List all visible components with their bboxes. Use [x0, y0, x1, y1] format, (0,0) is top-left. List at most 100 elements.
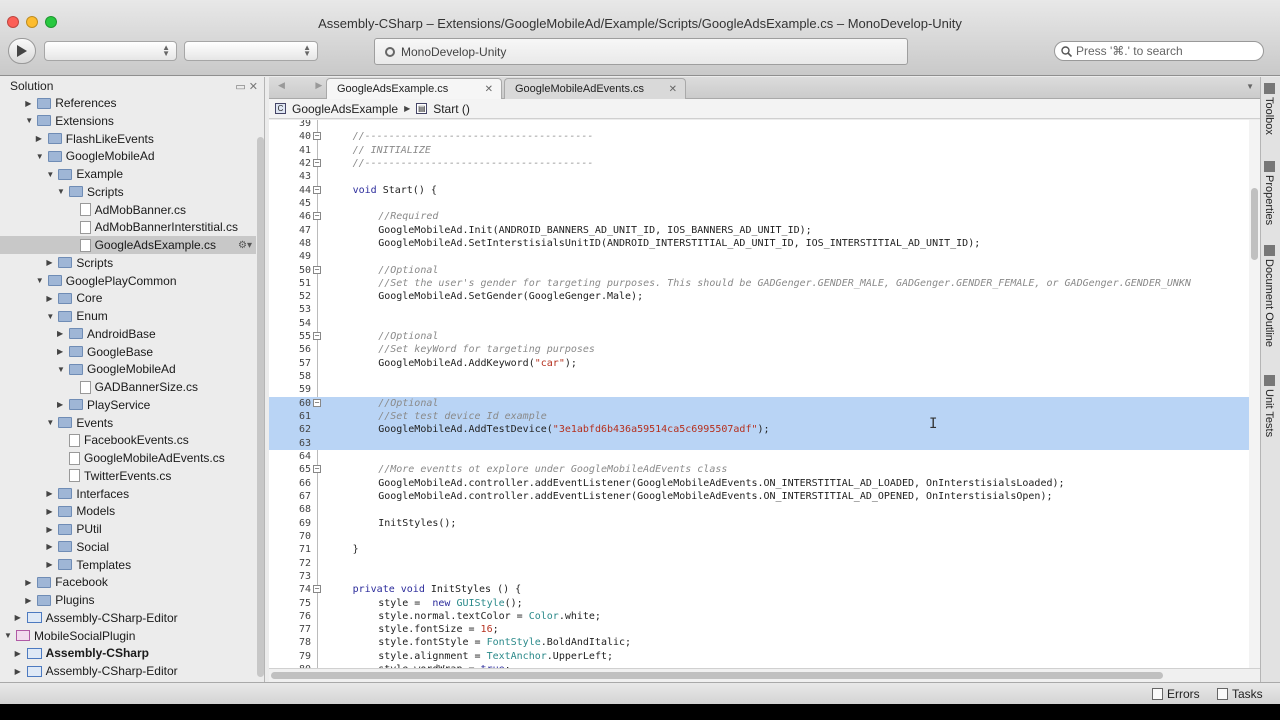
platform-selector[interactable]: ▲ ▼: [184, 41, 318, 61]
tree-item[interactable]: ▶ GoogleBase: [0, 343, 256, 361]
expanded-arrow-icon[interactable]: ▼: [25, 116, 33, 125]
code-line[interactable]: 48 GoogleMobileAd.SetInterstisialsUnitID(…: [269, 237, 1249, 250]
collapsed-arrow-icon[interactable]: ▶: [46, 525, 54, 534]
collapsed-arrow-icon[interactable]: ▶: [46, 560, 54, 569]
tree-item[interactable]: ▶ Scripts: [0, 254, 256, 272]
tree-item[interactable]: ▶ Models: [0, 502, 256, 520]
errors-button[interactable]: Errors: [1152, 687, 1200, 701]
tree-item[interactable]: ▶ Core: [0, 289, 256, 307]
tree-item[interactable]: ▶ Templates: [0, 556, 256, 574]
collapsed-arrow-icon[interactable]: ▶: [46, 294, 54, 303]
collapsed-arrow-icon[interactable]: ▶: [46, 489, 54, 498]
collapsed-arrow-icon[interactable]: ▶: [15, 613, 23, 622]
code-line[interactable]: 41 // INITIALIZE: [269, 144, 1249, 157]
run-button[interactable]: [8, 38, 36, 64]
document-outline-pad-tab[interactable]: Document Outline: [1263, 245, 1275, 347]
collapsed-arrow-icon[interactable]: ▶: [57, 400, 65, 409]
collapsed-arrow-icon[interactable]: ▶: [57, 329, 65, 338]
collapsed-arrow-icon[interactable]: ▶: [25, 596, 33, 605]
tree-item[interactable]: GoogleAdsExample.cs ⚙▾: [0, 236, 256, 254]
tree-item[interactable]: ▶ Interfaces: [0, 485, 256, 503]
expanded-arrow-icon[interactable]: ▼: [46, 418, 54, 427]
collapsed-arrow-icon[interactable]: ▶: [46, 258, 54, 267]
tab-googleadsexample[interactable]: GoogleAdsExample.cs ✕: [326, 78, 502, 99]
tree-item[interactable]: ▼ Scripts: [0, 183, 256, 201]
scroll-thumb[interactable]: [271, 672, 1163, 679]
code-line[interactable]: 79 style.alignment = TextAnchor.UpperLeft…: [269, 650, 1249, 663]
collapsed-arrow-icon[interactable]: ▶: [15, 649, 23, 658]
expanded-arrow-icon[interactable]: ▼: [57, 187, 65, 196]
editor-vertical-scrollbar[interactable]: [1249, 120, 1260, 668]
collapsed-arrow-icon[interactable]: ▶: [46, 507, 54, 516]
tab-googlemobileadevents[interactable]: GoogleMobileAdEvents.cs ✕: [504, 78, 686, 99]
code-line[interactable]: 70: [269, 530, 1249, 543]
solution-scrollbar[interactable]: [257, 137, 264, 677]
code-line[interactable]: 45: [269, 197, 1249, 210]
breadcrumb-method[interactable]: Start (): [433, 102, 470, 116]
tree-item[interactable]: ▶ Assembly-CSharp-Editor: [0, 662, 256, 680]
code-line[interactable]: 43: [269, 170, 1249, 183]
fold-toggle-icon[interactable]: −: [313, 132, 321, 141]
tree-item[interactable]: ▼ Enum: [0, 307, 256, 325]
collapsed-arrow-icon[interactable]: ▶: [25, 578, 33, 587]
code-line[interactable]: 63: [269, 436, 1249, 450]
code-line[interactable]: 54: [269, 317, 1249, 330]
code-line[interactable]: 67 GoogleMobileAd.controller.addEventList…: [269, 490, 1249, 503]
tree-item[interactable]: AdMobBannerInterstitial.cs: [0, 218, 256, 236]
code-line[interactable]: 78 style.fontStyle = FontStyle.BoldAndIta…: [269, 636, 1249, 649]
collapsed-arrow-icon[interactable]: ▶: [36, 134, 44, 143]
code-line[interactable]: 73: [269, 570, 1249, 583]
tree-item[interactable]: ▶ AndroidBase: [0, 325, 256, 343]
toolbox-pad-tab[interactable]: Toolbox: [1263, 83, 1275, 135]
fold-toggle-icon[interactable]: −: [313, 585, 321, 594]
collapsed-arrow-icon[interactable]: ▶: [25, 99, 33, 108]
code-line[interactable]: 56 //Set keyWord for targeting purposes: [269, 343, 1249, 356]
code-line[interactable]: 60− //Optional: [269, 396, 1249, 411]
fold-toggle-icon[interactable]: −: [313, 212, 321, 221]
expanded-arrow-icon[interactable]: ▼: [57, 365, 65, 374]
collapsed-arrow-icon[interactable]: ▶: [46, 542, 54, 551]
code-line[interactable]: 53: [269, 303, 1249, 316]
code-line[interactable]: 77 style.fontSize = 16;: [269, 623, 1249, 636]
tree-item[interactable]: ▶ Assembly-CSharp-Editor: [0, 609, 256, 627]
expanded-arrow-icon[interactable]: ▼: [46, 312, 54, 321]
fold-toggle-icon[interactable]: −: [313, 185, 321, 194]
tree-item[interactable]: ▶ Facebook: [0, 573, 256, 591]
tree-item[interactable]: ▶ Plugins: [0, 591, 256, 609]
fold-toggle-icon[interactable]: −: [313, 332, 321, 341]
expanded-arrow-icon[interactable]: ▼: [4, 631, 12, 640]
tree-item[interactable]: ▼ GooglePlayCommon: [0, 272, 256, 290]
close-tab-icon[interactable]: ✕: [669, 84, 677, 95]
code-line[interactable]: 49: [269, 250, 1249, 263]
configuration-selector[interactable]: ▲ ▼: [44, 41, 177, 61]
tree-item[interactable]: ▼ Events: [0, 414, 256, 432]
code-line[interactable]: 68: [269, 503, 1249, 516]
code-line[interactable]: 44− void Start() {: [269, 184, 1249, 197]
code-line[interactable]: 75 style = new GUIStyle();: [269, 597, 1249, 610]
code-line[interactable]: 74− private void InitStyles () {: [269, 583, 1249, 596]
code-line[interactable]: 62 GoogleMobileAd.AddTestDevice("3e1abfd6…: [269, 423, 1249, 437]
code-line[interactable]: 57 GoogleMobileAd.AddKeyword("car");: [269, 357, 1249, 370]
scroll-thumb[interactable]: [1251, 188, 1258, 260]
tree-item[interactable]: ▼ MobileSocialPlugin: [0, 627, 256, 645]
tree-item[interactable]: ▶ FlashLikeEvents: [0, 130, 256, 148]
tab-list-dropdown-icon[interactable]: ▼: [1246, 82, 1254, 91]
code-line[interactable]: 58: [269, 370, 1249, 383]
code-line[interactable]: 42− //-----------------------------------…: [269, 157, 1249, 170]
code-line[interactable]: 55− //Optional: [269, 330, 1249, 343]
unit-tests-pad-tab[interactable]: Unit Tests: [1263, 375, 1275, 437]
item-options-icon[interactable]: ⚙▾: [238, 240, 252, 251]
close-tab-icon[interactable]: ✕: [485, 84, 493, 95]
code-line[interactable]: 40− //-----------------------------------…: [269, 130, 1249, 143]
tree-item[interactable]: GADBannerSize.cs: [0, 378, 256, 396]
code-line[interactable]: 47 GoogleMobileAd.Init(ANDROID_BANNERS_AD…: [269, 224, 1249, 237]
expanded-arrow-icon[interactable]: ▼: [36, 152, 44, 161]
tree-item[interactable]: ▶ Social: [0, 538, 256, 556]
pad-close-icon[interactable]: ▭ ✕: [235, 80, 258, 93]
code-line[interactable]: 66 GoogleMobileAd.controller.addEventList…: [269, 477, 1249, 490]
code-line[interactable]: 46− //Required: [269, 210, 1249, 223]
tree-item[interactable]: ▼ GoogleMobileAd: [0, 360, 256, 378]
tree-item[interactable]: ▶ References: [0, 94, 256, 112]
code-line[interactable]: 50− //Optional: [269, 264, 1249, 277]
tree-item[interactable]: ▼ Extensions: [0, 112, 256, 130]
